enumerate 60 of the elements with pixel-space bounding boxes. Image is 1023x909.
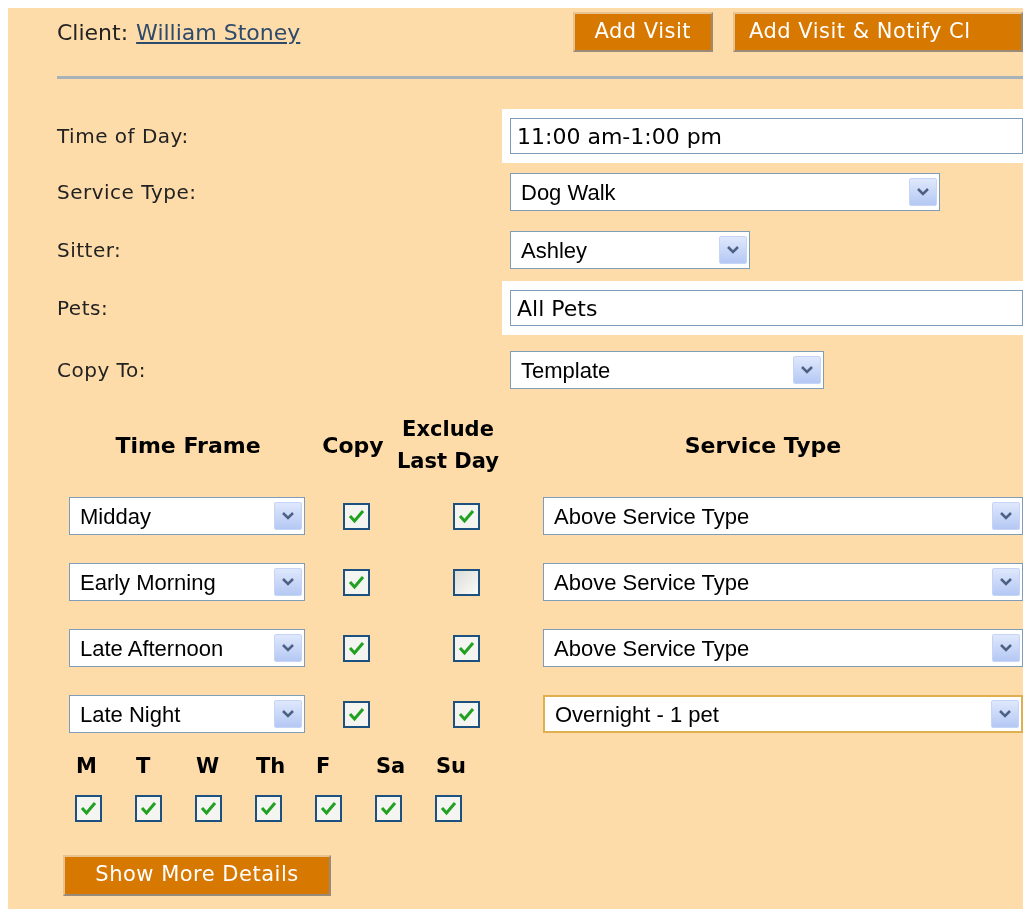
field-label: Time of Day: — [56, 123, 190, 150]
input-field[interactable]: All Pets — [510, 290, 1023, 326]
dropdown[interactable]: Dog Walk — [510, 173, 940, 211]
checkmark-icon — [458, 706, 475, 722]
checkbox[interactable] — [453, 700, 480, 728]
checkbox[interactable] — [255, 794, 282, 822]
column-header: Time Frame — [114, 431, 262, 460]
dropdown[interactable]: Overnight - 1 pet — [543, 695, 1023, 733]
day-label: M — [75, 753, 98, 780]
day-label: Sa — [375, 753, 407, 780]
column-header: Service Type — [683, 431, 843, 460]
field-label: Copy To: — [56, 357, 147, 384]
checkmark-icon — [320, 800, 337, 816]
checkbox[interactable] — [315, 794, 342, 822]
dropdown[interactable]: Above Service Type — [543, 563, 1023, 601]
dropdown[interactable]: Late Night — [69, 695, 305, 733]
checkmark-icon — [348, 640, 365, 656]
checkbox[interactable] — [453, 502, 480, 530]
checkmark-icon — [348, 706, 365, 722]
checkbox[interactable] — [435, 794, 462, 822]
day-label: W — [195, 753, 221, 780]
checkbox[interactable] — [75, 794, 102, 822]
dropdown[interactable]: Above Service Type — [543, 629, 1023, 667]
day-label: Th — [255, 753, 287, 780]
dropdown[interactable]: Late Afternoon — [69, 629, 305, 667]
column-header: Copy — [321, 431, 385, 460]
input-field[interactable]: 11:00 am-1:00 pm — [510, 118, 1023, 154]
day-label: Su — [435, 753, 468, 780]
checkbox[interactable] — [453, 568, 480, 596]
dropdown[interactable]: Early Morning — [69, 563, 305, 601]
client-link[interactable]: William Stoney — [136, 15, 301, 49]
checkmark-icon — [458, 508, 475, 524]
checkbox[interactable] — [453, 634, 480, 662]
checkmark-icon — [80, 800, 97, 816]
checkmark-icon — [440, 800, 457, 816]
checkbox[interactable] — [343, 634, 370, 662]
checkbox[interactable] — [343, 502, 370, 530]
checkbox[interactable] — [375, 794, 402, 822]
dropdown[interactable]: Template — [510, 351, 824, 389]
checkbox[interactable] — [195, 794, 222, 822]
field-label: Sitter: — [56, 237, 123, 264]
column-header: Exclude Last Day — [395, 416, 500, 475]
checkmark-icon — [200, 800, 217, 816]
dropdown[interactable]: Midday — [69, 497, 305, 535]
checkmark-icon — [458, 640, 475, 656]
checkmark-icon — [348, 574, 365, 590]
day-label: T — [135, 753, 152, 780]
checkbox[interactable] — [135, 794, 162, 822]
checkmark-icon — [380, 800, 397, 816]
checkmark-icon — [260, 800, 277, 816]
client-label: Client: — [57, 18, 129, 47]
checkbox[interactable] — [343, 568, 370, 596]
dropdown[interactable]: Ashley — [510, 231, 750, 269]
dropdown[interactable]: Above Service Type — [543, 497, 1023, 535]
checkbox[interactable] — [343, 700, 370, 728]
checkmark-icon — [140, 800, 157, 816]
field-label: Pets: — [56, 295, 110, 322]
field-label: Service Type: — [56, 179, 198, 206]
day-label: F — [315, 753, 332, 780]
checkmark-icon — [348, 508, 365, 524]
